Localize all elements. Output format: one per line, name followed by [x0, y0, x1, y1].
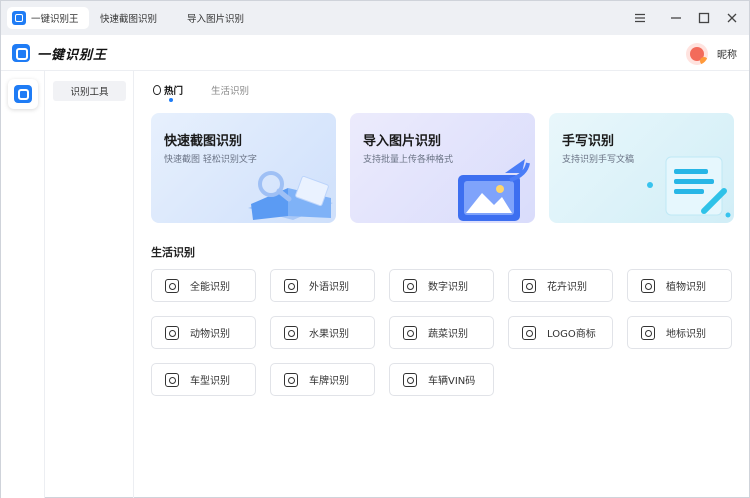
secondary-sidebar: 识别工具 [45, 71, 134, 498]
grid-item-label: 花卉识别 [547, 282, 587, 293]
close-icon[interactable] [724, 10, 740, 26]
tab-label: 热门 [164, 86, 184, 97]
heart-icon [700, 57, 708, 65]
grid-item-label: 车型识别 [190, 376, 230, 387]
grid-item-logo-tm[interactable]: LOGO商标 [508, 316, 613, 349]
grid-item-label: LOGO商标 [547, 329, 596, 340]
grid-item-vin[interactable]: 车辆VIN码 [389, 363, 494, 396]
eye-icon [165, 278, 179, 293]
card-title: 快速截图识别 [164, 134, 243, 149]
nickname[interactable]: 昵称 [717, 46, 737, 61]
card-title: 导入图片识别 [363, 134, 442, 149]
app-logo-icon [14, 85, 32, 103]
maximize-icon[interactable] [696, 10, 712, 26]
number-123-icon [403, 278, 417, 293]
app-window: 一键识别王 快速截图识别 导入图片识别 一键识别王 昵称 识别工具 热门 生活识… [0, 0, 750, 498]
grid-item-plant[interactable]: 植物识别 [627, 269, 732, 302]
tab-import-image[interactable]: 导入图片识别 [187, 7, 244, 29]
license-plate-icon [284, 372, 298, 387]
grid-item-label: 全能识别 [190, 282, 230, 293]
grid-item-flower[interactable]: 花卉识别 [508, 269, 613, 302]
card-subtitle: 支持批量上传各种格式 [363, 155, 454, 165]
grid-item-label: 数字识别 [428, 282, 468, 293]
tab-label: 一键识别王 [31, 14, 79, 25]
app-name: 一键识别王 [37, 48, 108, 63]
title-bar: 一键识别王 快速截图识别 导入图片识别 [1, 1, 749, 35]
grid-item-fruit[interactable]: 水果识别 [270, 316, 375, 349]
tab-quick-screenshot[interactable]: 快速截图识别 [100, 7, 157, 29]
active-tab-indicator [169, 98, 173, 102]
grid-item-label: 车辆VIN码 [428, 376, 476, 387]
animal-icon [165, 325, 179, 340]
card-import-image[interactable]: 导入图片识别 支持批量上传各种格式 [350, 113, 535, 223]
logo-tm-icon [522, 325, 536, 340]
card-quick-screenshot[interactable]: 快速截图识别 快速截图 轻松识别文字 [151, 113, 336, 223]
grid-item-animal[interactable]: 动物识别 [151, 316, 256, 349]
card-subtitle: 支持识别手写文稿 [562, 155, 635, 165]
grid-item-label: 水果识别 [309, 329, 349, 340]
car-icon [165, 372, 179, 387]
tab-hot[interactable]: 热门 [153, 83, 183, 97]
menu-icon[interactable] [632, 10, 648, 26]
plant-icon [641, 278, 655, 293]
section-title-life: 生活识别 [151, 246, 195, 259]
book-magnifier-illustration [248, 171, 333, 220]
vin-icon [403, 372, 417, 387]
grid-item-label: 植物识别 [666, 282, 706, 293]
grid-item-vegetable[interactable]: 蔬菜识别 [389, 316, 494, 349]
left-rail [1, 71, 45, 498]
card-title: 手写识别 [562, 134, 615, 149]
grid-item-label: 蔬菜识别 [428, 329, 468, 340]
tab-label: 快速截图识别 [100, 14, 158, 25]
image-upload-illustration [458, 159, 530, 221]
app-logo-icon [12, 44, 30, 62]
landmark-icon [641, 325, 655, 340]
grid-item-label: 外语识别 [309, 282, 349, 293]
grid-item-label: 地标识别 [666, 329, 706, 340]
avatar[interactable] [686, 43, 708, 65]
fire-icon [153, 85, 161, 95]
tab-home[interactable]: 一键识别王 [7, 7, 89, 29]
card-handwriting[interactable]: 手写识别 支持识别手写文稿 [549, 113, 734, 223]
grid-item-label: 车牌识别 [309, 376, 349, 387]
grid-item-label: 动物识别 [190, 329, 230, 340]
grid-item-number-123[interactable]: 数字识别 [389, 269, 494, 302]
grid-item-abc[interactable]: 外语识别 [270, 269, 375, 302]
minimize-icon[interactable] [668, 10, 684, 26]
handwriting-document-illustration [647, 156, 731, 218]
app-logo-icon [12, 11, 26, 25]
grid-item-license-plate[interactable]: 车牌识别 [270, 363, 375, 396]
rail-home-button[interactable] [8, 79, 38, 109]
flower-icon [522, 278, 536, 293]
app-header: 一键识别王 昵称 [1, 35, 749, 71]
vegetable-icon [403, 325, 417, 340]
grid-item-eye[interactable]: 全能识别 [151, 269, 256, 302]
abc-icon [284, 278, 298, 293]
grid-item-landmark[interactable]: 地标识别 [627, 316, 732, 349]
tab-label: 导入图片识别 [187, 14, 245, 25]
grid-item-car[interactable]: 车型识别 [151, 363, 256, 396]
fruit-icon [284, 325, 298, 340]
tab-life-recognition[interactable]: 生活识别 [211, 83, 249, 97]
sidebar-item-recognition-tools[interactable]: 识别工具 [53, 81, 126, 101]
